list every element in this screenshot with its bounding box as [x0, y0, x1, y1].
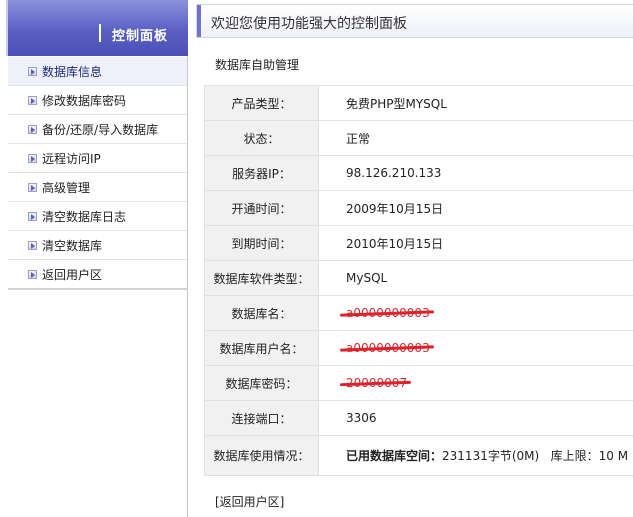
usage-cell: 已用数据库空间：231131字节(0M) 库上限：10 M — [318, 435, 633, 476]
usage-used-label: 已用数据库空间： — [346, 449, 443, 463]
usage-limit-label: 库上限： — [550, 449, 599, 463]
sidebar-item-label: 备份/还原/导入数据库 — [42, 122, 159, 137]
bullet-arrow-icon — [28, 241, 37, 250]
bullet-arrow-icon — [28, 183, 37, 192]
db-user-value: a0000000003 — [346, 341, 430, 355]
sidebar-nav: 数据库信息 修改数据库密码 备份/还原/导入数据库 远程访问IP 高级管理 清空… — [8, 57, 187, 289]
back-to-user-link[interactable]: [返回用户区] — [215, 493, 284, 510]
section-title: 数据库自助管理 — [215, 58, 300, 72]
main-header: 欢迎您使用功能强大的控制面板 — [196, 4, 633, 38]
server-ip-value: 98.126.210.133 — [318, 155, 633, 191]
open-date-value: 2009年10月15日 — [318, 190, 633, 226]
usage-limit-value: 10 M — [598, 449, 629, 463]
port-label: 连接端口： — [204, 400, 319, 436]
main-panel: 欢迎您使用功能强大的控制面板 数据库自助管理 产品类型： 免费PHP型MYSQL… — [190, 0, 633, 517]
sidebar-title: 控制面板 — [112, 29, 169, 44]
product-type-label: 产品类型： — [204, 85, 319, 121]
status-value: 正常 — [318, 120, 633, 156]
header-divider — [99, 24, 101, 42]
server-ip-label: 服务器IP： — [204, 155, 319, 191]
db-user-label: 数据库用户名： — [204, 330, 319, 366]
expire-date-label: 到期时间： — [204, 225, 319, 261]
sidebar-header: 控制面板 — [6, 0, 188, 56]
table-row: 数据库名： a0000000003 — [204, 295, 633, 331]
db-software-value: MySQL — [318, 260, 633, 296]
sidebar: 控制面板 数据库信息 修改数据库密码 备份/还原/导入数据库 远程访问IP 高级… — [0, 0, 188, 517]
sidebar-item-label: 清空数据库 — [42, 238, 103, 253]
db-info-table: 产品类型： 免费PHP型MYSQL 状态： 正常 服务器IP： 98.126.2… — [204, 85, 633, 476]
usage-used-value: 231131字节(0M) — [442, 449, 540, 463]
table-row: 到期时间： 2010年10月15日 — [204, 225, 633, 261]
sidebar-item-back-user[interactable]: 返回用户区 — [8, 260, 187, 289]
sidebar-item-label: 远程访问IP — [42, 151, 101, 166]
db-software-label: 数据库软件类型： — [204, 260, 319, 296]
header-accent — [197, 5, 201, 37]
usage-label: 数据库使用情况： — [204, 435, 319, 476]
table-row: 数据库用户名： a0000000003 — [204, 330, 633, 366]
status-label: 状态： — [204, 120, 319, 156]
db-user-cell: a0000000003 — [318, 330, 633, 366]
product-type-value: 免费PHP型MYSQL — [318, 85, 633, 121]
port-value: 3306 — [318, 400, 633, 436]
sidebar-item-db-info[interactable]: 数据库信息 — [8, 57, 187, 86]
table-row: 数据库使用情况： 已用数据库空间：231131字节(0M) 库上限：10 M — [204, 435, 633, 476]
sidebar-item-label: 高级管理 — [42, 180, 91, 195]
db-password-value: 20000007 — [346, 376, 408, 390]
sidebar-item-advanced[interactable]: 高级管理 — [8, 173, 187, 202]
table-row: 数据库软件类型： MySQL — [204, 260, 633, 296]
table-row: 数据库密码： 20000007 — [204, 365, 633, 401]
bullet-arrow-icon — [28, 270, 37, 279]
sidebar-item-clear-log[interactable]: 清空数据库日志 — [8, 202, 187, 231]
bullet-arrow-icon — [28, 125, 37, 134]
sidebar-item-clear-db[interactable]: 清空数据库 — [8, 231, 187, 260]
db-name-label: 数据库名： — [204, 295, 319, 331]
bullet-arrow-icon — [28, 154, 37, 163]
sidebar-item-label: 数据库信息 — [42, 64, 103, 79]
sidebar-divider — [8, 288, 187, 290]
table-row: 服务器IP： 98.126.210.133 — [204, 155, 633, 191]
db-name-value: a0000000003 — [346, 306, 430, 320]
open-date-label: 开通时间： — [204, 190, 319, 226]
sidebar-item-label: 返回用户区 — [42, 267, 103, 282]
sidebar-item-label: 清空数据库日志 — [42, 209, 127, 224]
db-name-cell: a0000000003 — [318, 295, 633, 331]
expire-date-value: 2010年10月15日 — [318, 225, 633, 261]
db-password-label: 数据库密码： — [204, 365, 319, 401]
bullet-arrow-icon — [28, 96, 37, 105]
page-title: 欢迎您使用功能强大的控制面板 — [211, 16, 407, 32]
sidebar-item-label: 修改数据库密码 — [42, 93, 127, 108]
table-row: 状态： 正常 — [204, 120, 633, 156]
table-row: 开通时间： 2009年10月15日 — [204, 190, 633, 226]
sidebar-item-change-password[interactable]: 修改数据库密码 — [8, 86, 187, 115]
sidebar-item-remote-ip[interactable]: 远程访问IP — [8, 144, 187, 173]
sidebar-item-backup-restore[interactable]: 备份/还原/导入数据库 — [8, 115, 187, 144]
db-password-cell: 20000007 — [318, 365, 633, 401]
table-row: 连接端口： 3306 — [204, 400, 633, 436]
bullet-arrow-icon — [28, 212, 37, 221]
bullet-arrow-icon — [28, 67, 37, 76]
table-row: 产品类型： 免费PHP型MYSQL — [204, 85, 633, 121]
